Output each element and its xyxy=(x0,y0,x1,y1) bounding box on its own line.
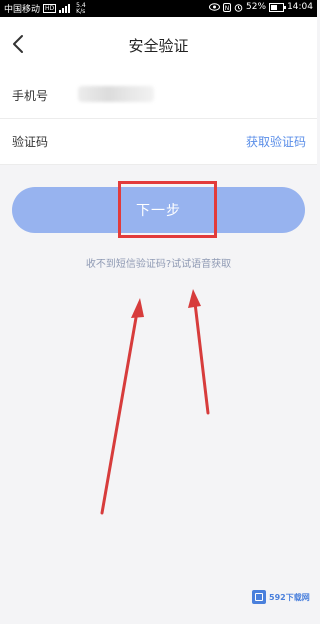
code-input[interactable] xyxy=(76,127,226,155)
annotation-highlight-box xyxy=(118,181,217,238)
nav-bar: 安全验证 xyxy=(0,17,317,73)
clock: 14:04 xyxy=(287,2,313,12)
hd-icon: HD xyxy=(43,4,57,13)
verification-form: 手机号 验证码 获取验证码 xyxy=(0,73,317,165)
voice-code-link[interactable]: 收不到短信验证码?试试语音获取 xyxy=(0,255,317,270)
eye-icon xyxy=(209,3,221,11)
phone-row: 手机号 xyxy=(0,73,317,119)
nfc-icon: N xyxy=(223,2,232,12)
code-row: 验证码 获取验证码 xyxy=(0,119,317,165)
phone-number-masked xyxy=(78,86,154,102)
code-label: 验证码 xyxy=(12,135,49,149)
signal-icon xyxy=(59,4,73,13)
status-bar-right: N 52% 14:04 xyxy=(209,2,313,12)
alarm-icon xyxy=(234,3,243,12)
watermark-logo-icon xyxy=(252,590,266,604)
battery-percent: 52% xyxy=(246,2,267,12)
page-title: 安全验证 xyxy=(128,37,189,55)
arrow-left-annotation xyxy=(100,298,144,515)
network-speed: 5.4 K/s xyxy=(76,1,86,15)
get-code-button[interactable]: 获取验证码 xyxy=(246,133,306,150)
status-bar: 中国移动 HD 5.4 K/s N 52% 14:04 xyxy=(0,0,317,17)
carrier-label: 中国移动 xyxy=(4,5,41,15)
watermark-text: 592下载网 xyxy=(269,592,310,602)
watermark: 592下载网 xyxy=(252,590,310,604)
battery-icon xyxy=(269,2,287,12)
status-bar-left: 中国移动 HD 5.4 K/s xyxy=(4,2,86,15)
svg-text:N: N xyxy=(225,5,230,12)
arrow-right-annotation xyxy=(188,289,210,415)
phone-label: 手机号 xyxy=(12,89,49,103)
